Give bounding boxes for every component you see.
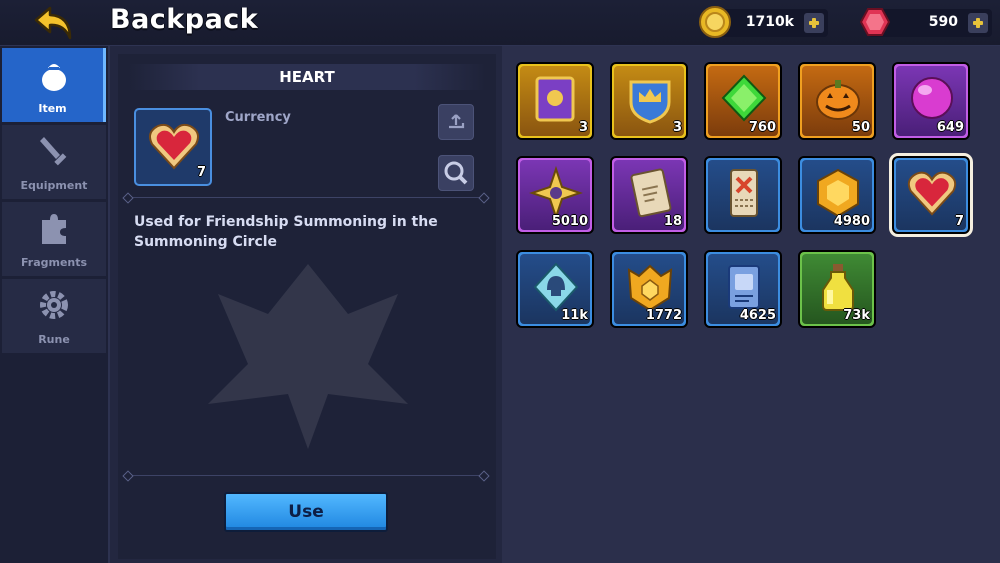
item-count: 11k <box>561 308 588 323</box>
inventory-slot-card[interactable]: 4625 <box>704 250 782 328</box>
inventory-slot-scroll[interactable]: 18 <box>610 156 688 234</box>
inventory-slot-spellbook[interactable]: 3 <box>516 62 594 140</box>
pumpkin-icon <box>816 80 860 120</box>
gold-counter: 1710k <box>699 6 828 38</box>
inventory-slot-potion[interactable]: 73k <box>798 250 876 328</box>
tab-rune-label: Rune <box>38 333 70 346</box>
page-title: Backpack <box>110 4 259 35</box>
red-gem-icon <box>859 8 891 36</box>
item-count: 18 <box>663 214 682 229</box>
sword-icon <box>40 137 67 166</box>
inventory-slot-green-gem[interactable]: 760 <box>704 62 782 140</box>
item-description: Used for Friendship Summoning in the Sum… <box>134 214 438 250</box>
item-type: Currency <box>225 110 291 125</box>
inventory-slot-helmet-crystal[interactable]: 11k <box>516 250 594 328</box>
item-count: 1772 <box>645 308 682 323</box>
inventory-slot-pink-orb[interactable]: 649 <box>892 62 970 140</box>
puzzle-icon <box>42 214 66 244</box>
ticket-icon <box>730 169 758 217</box>
gold-amount: 1710k <box>745 14 794 30</box>
heart-icon <box>149 123 199 170</box>
card-icon <box>728 265 760 309</box>
bag-icon <box>42 64 66 91</box>
divider-bottom <box>128 475 484 476</box>
inventory-slot-compass-star[interactable]: 5010 <box>516 156 594 234</box>
spellbook-icon <box>535 76 575 122</box>
tab-fragments-label: Fragments <box>20 256 88 269</box>
item-count: 760 <box>748 120 776 135</box>
potion-icon <box>822 264 854 311</box>
item-count: 50 <box>851 120 870 135</box>
magnifier-icon <box>444 161 468 185</box>
item-detail-count: 7 <box>196 165 206 180</box>
gold-coin-icon <box>699 6 731 38</box>
heart-icon <box>907 171 957 216</box>
item-name: HEART <box>128 64 486 90</box>
tab-equipment-label: Equipment <box>20 179 88 192</box>
back-button[interactable] <box>32 4 78 42</box>
inventory-slot-ticket[interactable] <box>704 156 782 234</box>
item-count: 649 <box>936 120 964 135</box>
inventory-slot-gold-emblem[interactable]: 1772 <box>610 250 688 328</box>
scroll-icon <box>630 168 672 218</box>
inventory-grid: 3 3 760 50 649 5010 18 4980 7 11k 1772 4… <box>502 46 1000 563</box>
tab-fragments[interactable]: Fragments <box>2 202 106 276</box>
gem-counter: 590 <box>859 8 992 37</box>
tab-equipment[interactable]: Equipment <box>2 125 106 199</box>
pink-orb-icon <box>911 77 953 119</box>
add-gold-button[interactable] <box>804 13 824 33</box>
item-count: 4625 <box>739 308 776 323</box>
item-detail-panel: HEART 7 Currency Used for Friendship Sum… <box>118 54 496 559</box>
tab-item-label: Item <box>38 102 67 115</box>
inventory-slot-heart[interactable]: 7 <box>892 156 970 234</box>
add-gems-button[interactable] <box>968 13 988 33</box>
gold-emblem-icon <box>627 264 673 312</box>
inventory-slot-hex-medal[interactable]: 4980 <box>798 156 876 234</box>
hex-medal-icon <box>817 168 859 218</box>
item-detail-icon: 7 <box>134 108 212 186</box>
item-count: 4980 <box>833 214 870 229</box>
emblem-watermark-icon <box>208 264 408 449</box>
top-bar: Backpack 1710k 590 <box>0 0 1000 46</box>
inventory-slot-crown-shield[interactable]: 3 <box>610 62 688 140</box>
category-sidebar: Item Equipment Fragments Rune <box>0 46 110 563</box>
helmet-crystal-icon <box>533 262 579 312</box>
share-icon <box>449 114 465 129</box>
item-count: 5010 <box>551 214 588 229</box>
inspect-button[interactable] <box>438 155 474 191</box>
item-count: 7 <box>954 214 964 229</box>
gem-amount: 590 <box>928 14 958 30</box>
tab-item[interactable]: Item <box>2 48 106 122</box>
item-count: 73k <box>843 308 870 323</box>
crown-shield-icon <box>629 80 671 124</box>
item-count: 3 <box>672 120 682 135</box>
tab-rune[interactable]: Rune <box>2 279 106 353</box>
inventory-slot-pumpkin[interactable]: 50 <box>798 62 876 140</box>
share-button[interactable] <box>438 104 474 140</box>
back-arrow-icon <box>34 6 72 40</box>
gear-icon <box>40 291 68 319</box>
compass-star-icon <box>529 166 583 220</box>
use-button[interactable]: Use <box>224 492 388 532</box>
green-gem-icon <box>721 74 767 122</box>
item-count: 3 <box>578 120 588 135</box>
divider-top <box>128 197 484 198</box>
